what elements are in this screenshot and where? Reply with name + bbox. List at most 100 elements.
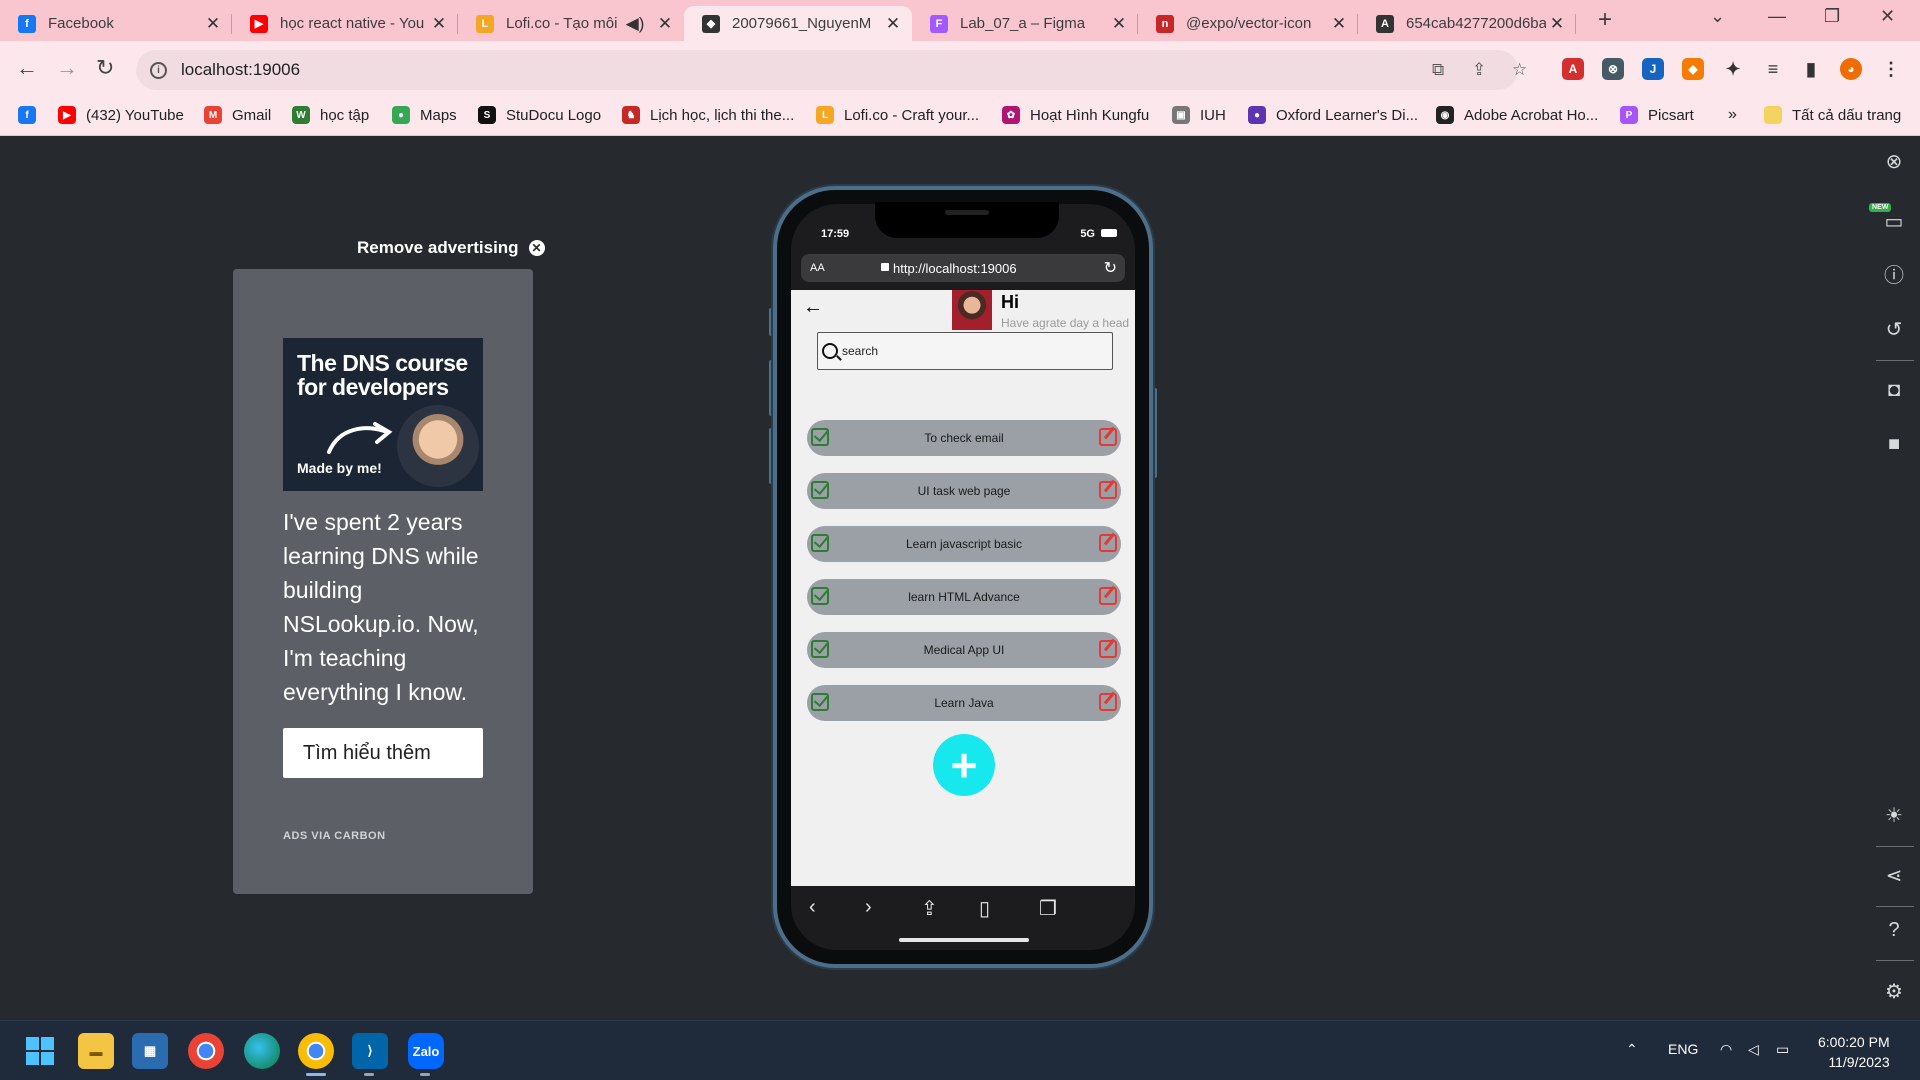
all-bookmarks-folder[interactable]: Tất cả dấu trang xyxy=(1764,106,1901,124)
minimize-button[interactable]: — xyxy=(1768,6,1786,27)
browser-tab[interactable]: A 654cab4277200d6ba ✕ xyxy=(1358,6,1576,41)
address-bar[interactable]: i localhost:19006 ⧉ ⇪ ☆ xyxy=(136,50,1527,90)
ads-via-carbon-link[interactable]: ADS VIA CARBON xyxy=(283,830,386,842)
task-item[interactable]: Learn Java xyxy=(807,685,1121,721)
reload-icon[interactable]: ↻ xyxy=(96,55,114,81)
chrome-icon[interactable] xyxy=(188,1033,224,1069)
ad-cta-button[interactable]: Tìm hiểu thêm xyxy=(283,728,483,778)
checkbox-checked-icon[interactable] xyxy=(811,428,829,446)
edge-icon[interactable] xyxy=(244,1033,280,1069)
address-url[interactable]: localhost:19006 xyxy=(181,60,300,80)
volume-icon[interactable]: ◁ xyxy=(1748,1041,1759,1058)
new-tab-button[interactable]: + xyxy=(1598,6,1612,34)
device-switch-icon[interactable]: ▭ xyxy=(1880,208,1908,236)
bookmark-item[interactable]: ● Maps xyxy=(392,106,457,124)
tab-close-icon[interactable]: ✕ xyxy=(1328,14,1350,34)
adblock-extension-icon[interactable]: A xyxy=(1562,58,1584,80)
back-arrow-icon[interactable]: ← xyxy=(803,296,823,319)
more-bookmarks-button[interactable]: » xyxy=(1728,106,1737,124)
tab-close-icon[interactable]: ✕ xyxy=(882,14,904,34)
site-info-icon[interactable]: i xyxy=(150,61,167,79)
checkbox-checked-icon[interactable] xyxy=(811,481,829,499)
task-item[interactable]: learn HTML Advance xyxy=(807,579,1121,615)
text-size-button[interactable]: AA xyxy=(810,262,825,274)
maximize-button[interactable]: ❐ xyxy=(1824,6,1840,27)
bookmark-item[interactable]: L Lofi.co - Craft your... xyxy=(816,106,979,124)
file-explorer-icon[interactable]: ▬ xyxy=(78,1033,114,1069)
back-icon[interactable]: ← xyxy=(16,55,38,81)
task-item[interactable]: UI task web page xyxy=(807,473,1121,509)
browser-tab[interactable]: ◆ 20079661_NguyenM ✕ xyxy=(684,6,912,41)
safari-forward-icon[interactable]: › xyxy=(865,896,872,919)
tab-close-icon[interactable]: ✕ xyxy=(1108,14,1130,34)
tab-close-icon[interactable]: ✕ xyxy=(202,14,224,34)
edit-icon[interactable] xyxy=(1099,534,1117,552)
add-task-button[interactable]: + xyxy=(933,734,995,796)
browser-tab[interactable]: L Lofi.co - Tạo môi ◀) ✕ xyxy=(458,6,684,41)
extensions-puzzle-icon[interactable]: ✦ xyxy=(1722,58,1744,80)
tab-close-icon[interactable]: ✕ xyxy=(654,14,676,34)
ad-body[interactable]: I've spent 2 years learning DNS while bu… xyxy=(283,505,493,709)
side-panel-icon[interactable]: ▮ xyxy=(1800,58,1822,80)
media-control-icon[interactable]: ≡ xyxy=(1762,58,1784,80)
video-icon[interactable]: ■ xyxy=(1880,430,1908,458)
bookmark-item[interactable]: ◉ Adobe Acrobat Ho... xyxy=(1436,106,1598,124)
remove-advertising-link[interactable]: Remove advertising ✕ xyxy=(357,238,545,258)
bookmark-item[interactable]: ✿ Hoạt Hình Kungfu xyxy=(1002,106,1149,124)
taskbar-clock[interactable]: 6:00:20 PM 11/9/2023 xyxy=(1818,1032,1890,1072)
safari-back-icon[interactable]: ‹ xyxy=(809,896,816,919)
bookmark-item[interactable]: ▶ (432) YouTube xyxy=(58,106,184,124)
menu-kebab-icon[interactable]: ⋮ xyxy=(1880,58,1902,80)
browser-tab[interactable]: ▶ học react native - You ✕ xyxy=(232,6,458,41)
checkbox-checked-icon[interactable] xyxy=(811,693,829,711)
task-item[interactable]: Learn javascript basic xyxy=(807,526,1121,562)
bookmark-item[interactable]: ● Oxford Learner's Di... xyxy=(1248,106,1418,124)
browser-tab[interactable]: F Lab_07_a – Figma ✕ xyxy=(912,6,1138,41)
search-input[interactable]: search xyxy=(817,332,1113,370)
tab-search-icon[interactable]: ⌄ xyxy=(1710,6,1725,27)
browser-tab[interactable]: f Facebook ✕ xyxy=(0,6,232,41)
edit-icon[interactable] xyxy=(1099,587,1117,605)
bookmark-item[interactable]: M Gmail xyxy=(204,106,271,124)
close-icon[interactable]: ⊗ xyxy=(1880,148,1908,176)
close-icon[interactable]: ✕ xyxy=(528,240,545,256)
close-window-button[interactable]: ✕ xyxy=(1880,6,1895,27)
rotate-icon[interactable]: ↺ xyxy=(1880,316,1908,344)
checkbox-checked-icon[interactable] xyxy=(811,640,829,658)
edit-icon[interactable] xyxy=(1099,428,1117,446)
share-icon[interactable]: ⋖ xyxy=(1880,862,1908,890)
bookmark-item[interactable]: S StuDocu Logo xyxy=(478,106,601,124)
tray-overflow-icon[interactable]: ⌃ xyxy=(1626,1041,1638,1058)
ad-image[interactable]: The DNS course for developers Made by me… xyxy=(283,338,483,491)
edit-icon[interactable] xyxy=(1099,640,1117,658)
bookmark-item[interactable]: ♞ Lịch học, lịch thi the... xyxy=(622,106,794,124)
bookmark-item[interactable]: Whọc tập xyxy=(292,106,369,124)
camera-icon[interactable]: ◘ xyxy=(1880,376,1908,404)
tab-audio-icon[interactable]: ◀) xyxy=(624,14,646,34)
safari-share-icon[interactable]: ⇪ xyxy=(921,896,938,921)
battery-icon[interactable]: ▭ xyxy=(1776,1041,1789,1058)
checkbox-checked-icon[interactable] xyxy=(811,534,829,552)
edit-icon[interactable] xyxy=(1099,481,1117,499)
bookmark-item[interactable]: P Picsart xyxy=(1620,106,1694,124)
translate-icon[interactable]: ⧉ xyxy=(1432,60,1444,80)
store-icon[interactable]: ▦ xyxy=(132,1033,168,1069)
brightness-icon[interactable]: ☀ xyxy=(1880,802,1908,830)
reload-icon[interactable]: ↻ xyxy=(1104,258,1117,278)
metamask-extension-icon[interactable]: ◆ xyxy=(1682,58,1704,80)
vscode-icon[interactable]: ⟩ xyxy=(352,1033,388,1069)
chrome-active-icon[interactable] xyxy=(298,1033,334,1069)
extension-icon[interactable]: ⊗ xyxy=(1602,58,1624,80)
bookmark-star-icon[interactable]: ☆ xyxy=(1512,60,1527,80)
edit-icon[interactable] xyxy=(1099,693,1117,711)
safari-url[interactable]: http://localhost:19006 xyxy=(893,261,1017,276)
safari-tabs-icon[interactable]: ❐ xyxy=(1039,896,1057,921)
checkbox-checked-icon[interactable] xyxy=(811,587,829,605)
tab-close-icon[interactable]: ✕ xyxy=(1546,14,1568,34)
language-indicator[interactable]: ENG xyxy=(1668,1041,1698,1057)
info-icon[interactable]: ⓘ xyxy=(1880,262,1908,290)
browser-tab[interactable]: n @expo/vector-icon ✕ xyxy=(1138,6,1358,41)
wifi-icon[interactable]: ◠ xyxy=(1720,1041,1732,1058)
share-icon[interactable]: ⇪ xyxy=(1472,60,1486,80)
bookmark-item[interactable]: ▣ IUH xyxy=(1172,106,1226,124)
